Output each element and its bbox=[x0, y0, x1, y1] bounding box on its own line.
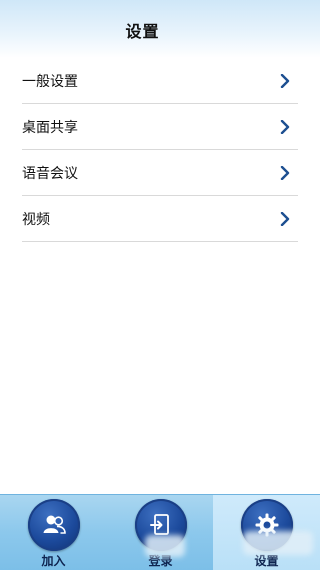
chevron-right-icon bbox=[280, 120, 290, 134]
blur-overlay bbox=[145, 535, 185, 557]
menu-item-video[interactable]: 视频 bbox=[22, 196, 298, 242]
bottom-tab-bar: 加入 登录 设置 bbox=[0, 494, 320, 570]
users-icon bbox=[43, 515, 66, 534]
blur-overlay bbox=[243, 531, 313, 555]
tab-join[interactable]: 加入 bbox=[0, 495, 107, 570]
tab-label: 加入 bbox=[41, 554, 66, 568]
settings-menu: 一般设置 桌面共享 语音会议 视频 bbox=[22, 58, 298, 242]
menu-item-label: 一般设置 bbox=[22, 74, 78, 90]
tab-settings[interactable]: 设置 bbox=[213, 495, 320, 570]
tab-login[interactable]: 登录 bbox=[107, 495, 214, 570]
chevron-right-icon bbox=[280, 166, 290, 180]
header-bar: 设置 bbox=[0, 0, 320, 58]
menu-item-desktop-sharing[interactable]: 桌面共享 bbox=[22, 104, 298, 150]
tab-join-button bbox=[27, 499, 80, 551]
menu-item-voice-conference[interactable]: 语音会议 bbox=[22, 150, 298, 196]
menu-item-general-settings[interactable]: 一般设置 bbox=[22, 58, 298, 104]
menu-item-label: 语音会议 bbox=[22, 166, 78, 182]
page-title: 设置 bbox=[125, 22, 160, 41]
chevron-right-icon bbox=[280, 74, 290, 88]
chevron-right-icon bbox=[280, 212, 290, 226]
menu-item-label: 桌面共享 bbox=[22, 120, 78, 136]
menu-item-label: 视频 bbox=[22, 212, 50, 228]
